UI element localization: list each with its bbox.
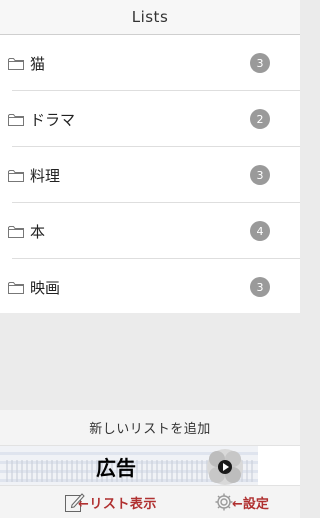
folder-icon xyxy=(8,169,24,182)
list-item[interactable]: 料理 3 xyxy=(0,147,300,203)
list-item[interactable]: 映画 3 xyxy=(0,259,300,315)
gear-icon[interactable] xyxy=(214,492,234,512)
list-item-label: 猫 xyxy=(30,54,46,73)
ad-logo-icon xyxy=(207,449,243,485)
count-badge: 2 xyxy=(250,109,270,129)
bottom-toolbar: ←リスト表示 ←設定 xyxy=(0,486,300,518)
count-badge: 4 xyxy=(250,221,270,241)
add-list-button[interactable]: 新しいリストを追加 xyxy=(0,410,300,445)
list-item[interactable]: 猫 3 xyxy=(0,35,300,91)
add-list-label: 新しいリストを追加 xyxy=(89,422,211,437)
navigation-bar: Lists xyxy=(0,0,300,35)
ad-banner[interactable]: 広告 xyxy=(0,445,300,486)
list-item-label: ドラマ xyxy=(30,110,76,129)
folder-icon xyxy=(8,281,24,294)
list-item[interactable]: 本 4 xyxy=(0,203,300,259)
count-badge: 3 xyxy=(250,277,270,297)
count-badge: 3 xyxy=(250,53,270,73)
page-title: Lists xyxy=(131,8,169,26)
settings-annotation: ←設定 xyxy=(232,497,269,512)
list-item[interactable]: ドラマ 2 xyxy=(0,91,300,147)
list-item-label: 料理 xyxy=(30,166,61,185)
ad-label: 広告 xyxy=(96,456,136,480)
folder-icon xyxy=(8,57,24,70)
list-view-annotation: ←リスト表示 xyxy=(78,497,157,512)
list-item-label: 映画 xyxy=(30,278,61,297)
folder-icon xyxy=(8,225,24,238)
folder-icon xyxy=(8,113,24,126)
list-item-label: 本 xyxy=(30,222,46,241)
lists-table: 猫 3 ドラマ 2 料理 3 本 4 映画 3 xyxy=(0,35,300,313)
count-badge: 3 xyxy=(250,165,270,185)
